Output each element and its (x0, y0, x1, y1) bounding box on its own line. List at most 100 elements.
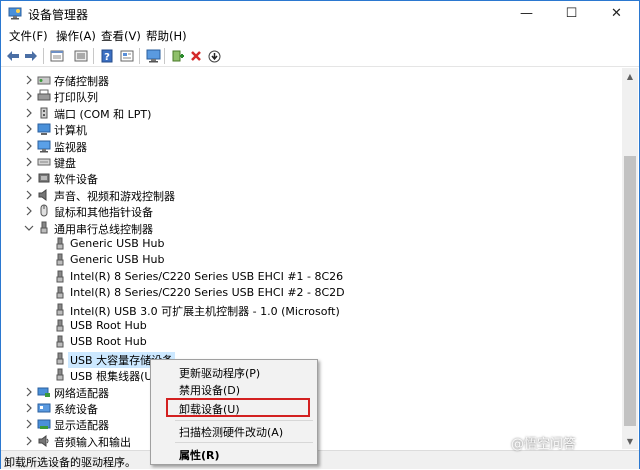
tree-row-label: 计算机 (54, 124, 87, 137)
tree-row-label: 软件设备 (54, 173, 98, 186)
display-adapter-icon (37, 417, 51, 431)
keyboard-icon (37, 155, 51, 169)
device-manager-app-icon (8, 7, 22, 20)
forward-button[interactable] (22, 47, 40, 65)
toolbar-separator (93, 48, 94, 64)
tree-row-label: Generic USB Hub (70, 253, 165, 266)
chevron-right-icon[interactable] (24, 141, 34, 151)
vertical-scrollbar[interactable]: ▲ ▼ (622, 68, 638, 449)
chevron-right-icon[interactable] (24, 124, 34, 134)
port-icon (37, 106, 51, 120)
tree-row-label: 网络适配器 (54, 387, 109, 400)
properties-view-button[interactable] (48, 47, 66, 65)
chevron-down-icon[interactable] (24, 223, 34, 233)
scroll-thumb[interactable] (624, 156, 636, 426)
tree-row-label: 鼠标和其他指针设备 (54, 206, 153, 219)
tree-category-row[interactable]: 声音、视频和游戏控制器 (1, 187, 623, 203)
download-button[interactable] (205, 47, 223, 65)
update-driver-button[interactable] (169, 47, 187, 65)
scroll-up-button[interactable]: ▲ (622, 68, 638, 84)
tree-row-label: Intel(R) 8 Series/C220 Series USB EHCI #… (70, 270, 344, 283)
tree-device-row[interactable]: Intel(R) USB 3.0 可扩展主机控制器 - 1.0 (Microso… (1, 302, 623, 318)
tree-device-row[interactable]: USB Root Hub (1, 334, 623, 350)
maximize-icon: ☐ (565, 6, 578, 21)
tree-row-label: 通用串行总线控制器 (54, 223, 153, 236)
menu-help[interactable]: 帮助(H) (146, 28, 187, 44)
tree-category-row[interactable]: 端口 (COM 和 LPT) (1, 105, 623, 121)
tree-device-row[interactable]: Generic USB Hub (1, 236, 623, 252)
toolbar-separator (164, 48, 165, 64)
tree-device-row[interactable]: Intel(R) 8 Series/C220 Series USB EHCI #… (1, 269, 623, 285)
chevron-right-icon[interactable] (24, 436, 34, 446)
ctx-disable-device[interactable]: 禁用设备(D) (179, 382, 240, 398)
help-button[interactable]: ? (98, 47, 116, 65)
chevron-right-icon[interactable] (24, 108, 34, 118)
tree-row-label: 声音、视频和游戏控制器 (54, 190, 175, 203)
maximize-button[interactable]: ☐ (549, 1, 594, 26)
chevron-right-icon[interactable] (24, 403, 34, 413)
storage-controller-icon (37, 73, 51, 87)
close-icon: ✕ (611, 6, 622, 21)
list-view-button[interactable] (72, 47, 90, 65)
menu-bar: 文件(F) 操作(A) 查看(V) 帮助(H) (1, 26, 639, 45)
toolbar: ? (1, 45, 639, 67)
usb-icon (53, 335, 67, 349)
context-menu: 更新驱动程序(P) 禁用设备(D) 卸载设备(U) 扫描检测硬件改动(A) 属性… (150, 359, 318, 465)
tree-category-row[interactable]: 计算机 (1, 121, 623, 137)
tree-category-row[interactable]: 软件设备 (1, 170, 623, 186)
help-icon: ? (101, 49, 113, 63)
scroll-down-button[interactable]: ▼ (622, 433, 638, 449)
usb-icon (53, 319, 67, 333)
minimize-icon: — (520, 6, 533, 21)
tree-category-row[interactable]: 存储控制器 (1, 72, 623, 88)
uninstall-highlight-box (166, 398, 310, 417)
menu-view[interactable]: 查看(V) (101, 28, 141, 44)
tree-row-label: 显示适配器 (54, 419, 109, 432)
chevron-right-icon[interactable] (24, 387, 34, 397)
ctx-scan-hardware[interactable]: 扫描检测硬件改动(A) (179, 424, 283, 440)
tree-category-row[interactable]: 通用串行总线控制器 (1, 220, 623, 236)
chevron-right-icon[interactable] (24, 206, 34, 216)
status-bar: 卸载所选设备的驱动程序。 (1, 450, 639, 469)
chevron-right-icon[interactable] (24, 157, 34, 167)
tree-row-label: 键盘 (54, 157, 76, 170)
tree-row-label: USB Root Hub (70, 335, 147, 348)
chevron-right-icon[interactable] (24, 173, 34, 183)
ctx-update-driver[interactable]: 更新驱动程序(P) (179, 365, 260, 381)
details-button[interactable] (118, 47, 136, 65)
tree-row-label: 存储控制器 (54, 75, 109, 88)
window-title: 设备管理器 (28, 8, 89, 22)
tree-category-row[interactable]: 鼠标和其他指针设备 (1, 203, 623, 219)
tree-row-label: 监视器 (54, 141, 87, 154)
watermark-text: @悟空问答 (511, 437, 577, 452)
tree-row-label: 端口 (COM 和 LPT) (54, 108, 152, 121)
menu-file[interactable]: 文件(F) (9, 28, 48, 44)
forward-icon (25, 51, 37, 61)
close-button[interactable]: ✕ (594, 1, 639, 26)
tree-category-row[interactable]: 监视器 (1, 138, 623, 154)
ctx-separator (175, 420, 313, 421)
tree-category-row[interactable]: 打印队列 (1, 88, 623, 104)
network-adapter-icon (37, 385, 51, 399)
chevron-right-icon[interactable] (24, 91, 34, 101)
list-view-icon (74, 50, 88, 62)
ctx-properties[interactable]: 属性(R) (179, 447, 220, 463)
usb-icon (53, 303, 67, 317)
scan-hardware-button[interactable] (144, 47, 162, 65)
device-manager-window: 设备管理器 — ☐ ✕ 文件(F) 操作(A) 查看(V) 帮助(H) ? 存储… (0, 0, 640, 469)
chevron-right-icon[interactable] (24, 419, 34, 429)
tree-device-row[interactable]: Generic USB Hub (1, 252, 623, 268)
minimize-button[interactable]: — (504, 1, 549, 26)
menu-action[interactable]: 操作(A) (56, 28, 96, 44)
title-bar[interactable]: 设备管理器 — ☐ ✕ (1, 1, 639, 26)
ctx-separator (175, 442, 313, 443)
tree-device-row[interactable]: Intel(R) 8 Series/C220 Series USB EHCI #… (1, 285, 623, 301)
speaker-icon (37, 188, 51, 202)
add-driver-icon (172, 50, 184, 62)
chevron-right-icon[interactable] (24, 190, 34, 200)
tree-device-row[interactable]: USB Root Hub (1, 318, 623, 334)
back-button[interactable] (4, 47, 22, 65)
uninstall-button[interactable] (187, 47, 205, 65)
chevron-right-icon[interactable] (24, 75, 34, 85)
tree-category-row[interactable]: 键盘 (1, 154, 623, 170)
